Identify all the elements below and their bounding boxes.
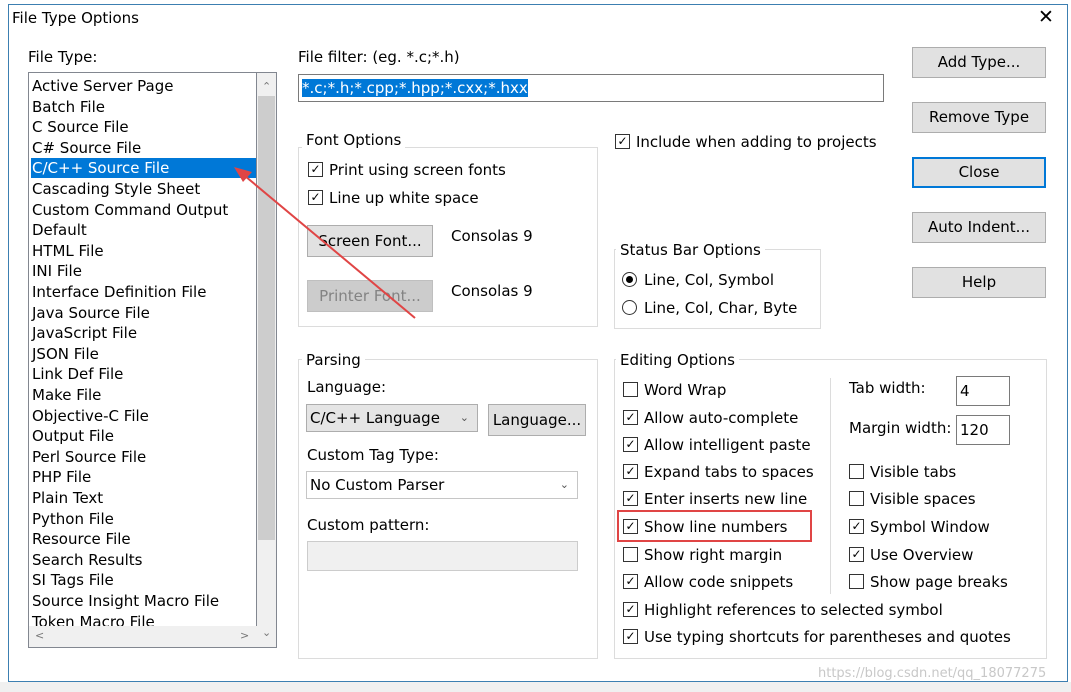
annotation-arrow [234, 167, 416, 319]
watermark-text: https://blog.csdn.net/qq_18077275 [818, 666, 1047, 681]
arrow-line [244, 175, 416, 319]
bottom-strip [0, 682, 1071, 692]
